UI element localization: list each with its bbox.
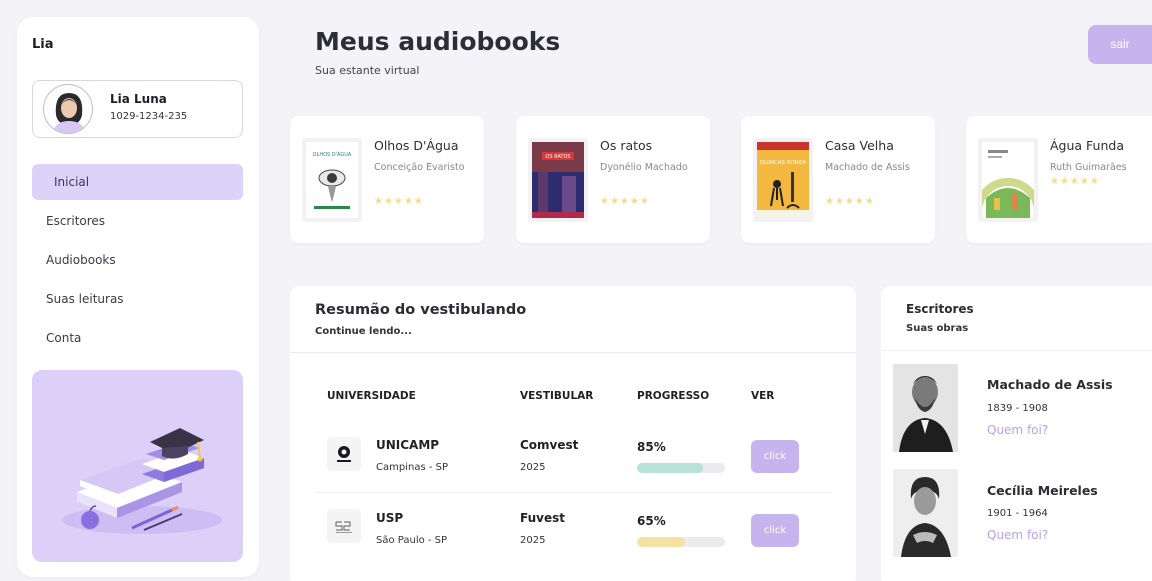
view-button[interactable]: click — [751, 514, 799, 547]
book-cover: OLHOS D'ÁGUA — [302, 138, 362, 222]
cover-title: OS RATOS — [545, 154, 570, 160]
writer-info-link[interactable]: Quem foi? — [987, 423, 1048, 437]
cover-title: OLHOS D'ÁGUA — [313, 151, 352, 158]
books-graduation-illustration — [62, 428, 222, 534]
writer-years: 1901 - 1964 — [987, 508, 1048, 519]
rating-stars: ★★★★★ — [1050, 176, 1100, 187]
column-header-university: UNIVERSIDADE — [327, 390, 416, 402]
book-card[interactable]: OS RATOS Os ratos Dyonélio Machado ★★★★★ — [516, 116, 710, 243]
sidebar-item-suas-leituras[interactable]: Suas leituras — [32, 281, 243, 317]
rating-stars: ★★★★★ — [374, 196, 424, 207]
page-title: Meus audiobooks — [315, 27, 561, 56]
writer-name: Cecília Meireles — [987, 483, 1098, 498]
column-header-progress: PROGRESSO — [637, 390, 710, 402]
book-author: Conceição Evaristo — [374, 162, 465, 173]
column-header-exam: VESTIBULAR — [520, 390, 594, 402]
book-card[interactable]: Água Funda Ruth Guimarães ★★★★★ — [966, 116, 1152, 243]
sidebar-item-escritores[interactable]: Escritores — [32, 203, 243, 239]
logout-button[interactable]: sair — [1088, 25, 1152, 64]
unicamp-logo-icon — [327, 437, 361, 471]
book-author: Machado de Assis — [825, 162, 910, 173]
book-author: Dyonélio Machado — [600, 162, 688, 173]
profile-name: Lia Luna — [110, 92, 167, 106]
writers-title: Escritores — [906, 302, 974, 316]
exam-year: 2025 — [520, 462, 546, 473]
writers-subtitle: Suas obras — [906, 323, 969, 334]
book-title: Casa Velha — [825, 138, 894, 153]
university-name: USP — [376, 511, 404, 525]
sidebar-item-inicial[interactable]: Inicial — [32, 164, 243, 200]
book-title: Olhos D'Água — [374, 138, 459, 153]
book-title: Água Funda — [1050, 138, 1124, 153]
writer-photo — [893, 469, 958, 557]
divider — [881, 350, 1152, 351]
book-card[interactable]: QUINCAS BORBA Casa Velha Machado de Assi… — [741, 116, 935, 243]
page-subtitle: Sua estante virtual — [315, 64, 420, 77]
writer-name: Machado de Assis — [987, 377, 1113, 392]
row-divider — [315, 492, 831, 493]
writers-panel: Escritores Suas obras Machado de Assis 1… — [881, 286, 1152, 581]
view-button[interactable]: click — [751, 440, 799, 473]
profile-card[interactable]: Lia Luna 1029-1234-235 — [32, 80, 243, 138]
book-cover — [978, 138, 1038, 222]
book-cover: QUINCAS BORBA — [753, 138, 813, 222]
divider — [290, 352, 856, 353]
column-header-view: VER — [751, 390, 775, 402]
summary-title: Resumão do vestibulando — [315, 302, 527, 318]
progress-fill — [637, 537, 686, 547]
sidebar-item-audiobooks[interactable]: Audiobooks — [32, 242, 243, 278]
book-cover: OS RATOS — [528, 138, 588, 222]
sidebar: Lia Lia Luna 1029-1234-235 Inicial Escri… — [17, 17, 259, 577]
book-title: Os ratos — [600, 138, 653, 153]
sidebar-nav: Inicial Escritores Audiobooks Suas leitu… — [32, 164, 243, 359]
sidebar-item-conta[interactable]: Conta — [32, 320, 243, 356]
university-location: São Paulo - SP — [376, 535, 448, 546]
summary-subtitle: Continue lendo... — [315, 326, 412, 337]
promo-illustration — [32, 370, 243, 562]
university-location: Campinas - SP — [376, 462, 448, 473]
writer-photo — [893, 364, 958, 452]
app-name: Lia — [32, 37, 54, 52]
book-author: Ruth Guimarães — [1050, 162, 1127, 173]
usp-logo-icon — [327, 509, 361, 543]
writer-years: 1839 - 1908 — [987, 403, 1048, 414]
progress-bar — [637, 463, 725, 473]
summary-panel: Resumão do vestibulando Continue lendo..… — [290, 286, 856, 581]
exam-name: Comvest — [520, 438, 579, 452]
rating-stars: ★★★★★ — [600, 196, 650, 207]
progress-value: 65% — [637, 514, 666, 528]
book-card[interactable]: OLHOS D'ÁGUA Olhos D'Água Conceição Evar… — [290, 116, 484, 243]
exam-name: Fuvest — [520, 511, 565, 525]
cover-title: QUINCAS BORBA — [760, 160, 807, 166]
university-name: UNICAMP — [376, 438, 440, 452]
progress-fill — [637, 463, 703, 473]
rating-stars: ★★★★★ — [825, 196, 875, 207]
progress-value: 85% — [637, 440, 666, 454]
writer-info-link[interactable]: Quem foi? — [987, 528, 1048, 542]
profile-id: 1029-1234-235 — [110, 111, 188, 122]
exam-year: 2025 — [520, 535, 546, 546]
progress-bar — [637, 537, 725, 547]
avatar — [43, 84, 93, 134]
